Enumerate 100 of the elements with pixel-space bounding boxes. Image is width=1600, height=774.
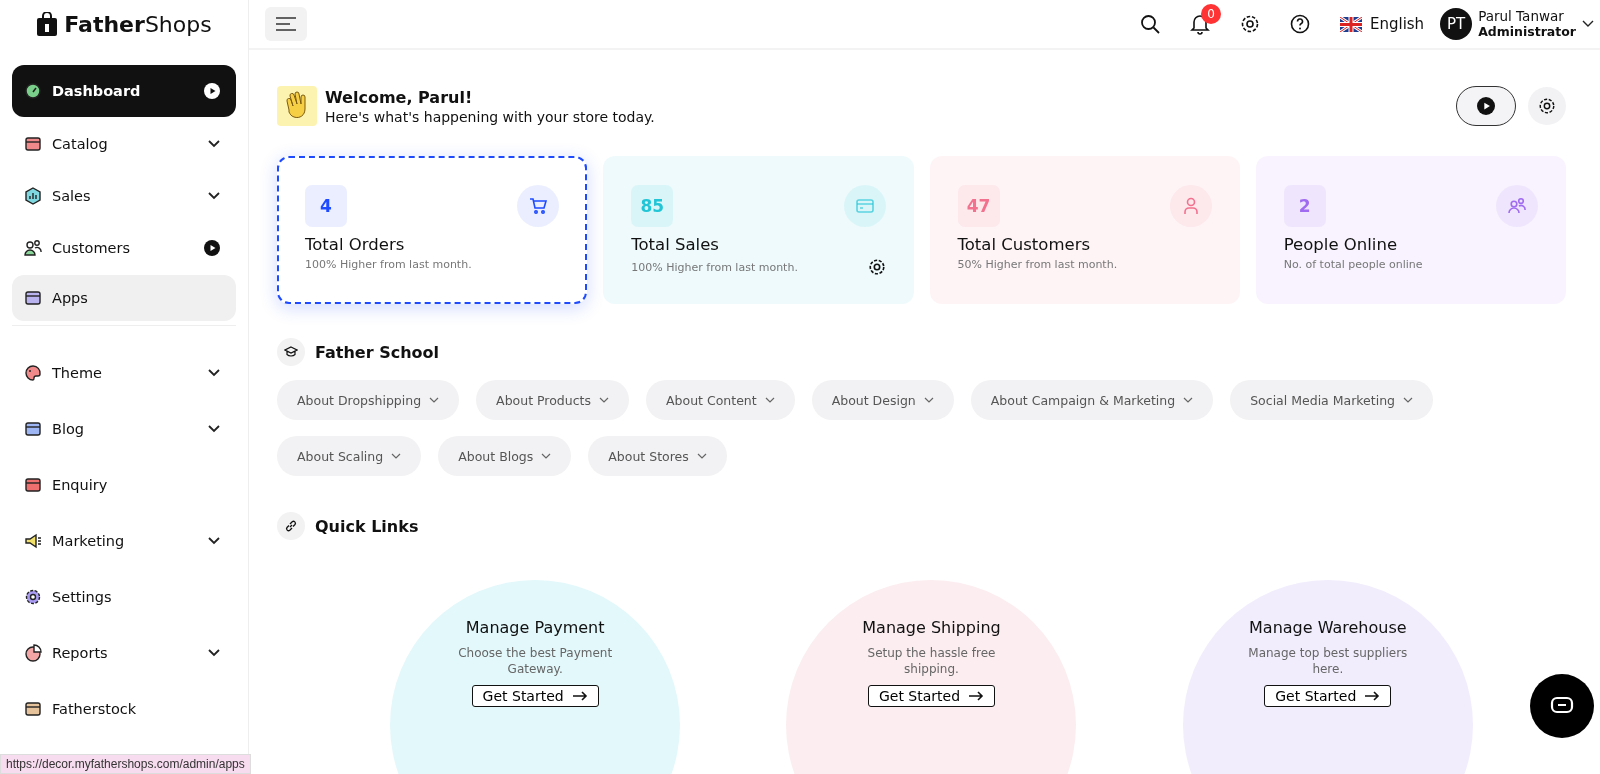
chevron-down-icon bbox=[696, 453, 707, 459]
cart-icon bbox=[517, 185, 560, 227]
topic-dropdown[interactable]: About Blogs bbox=[438, 436, 572, 476]
sidebar-item[interactable]: Theme bbox=[12, 348, 236, 398]
stat-value: 85 bbox=[631, 185, 674, 227]
gauge-icon bbox=[24, 82, 42, 100]
chevron-down-icon bbox=[1403, 397, 1414, 403]
person-icon bbox=[1169, 185, 1212, 227]
sidebar-item[interactable]: Blog bbox=[12, 404, 236, 454]
stat-label: People Online bbox=[1283, 235, 1399, 254]
pie-icon bbox=[24, 644, 42, 662]
stat-card[interactable]: 4 Total Orders 100% Higher from last month. bbox=[277, 156, 588, 304]
arrow-right-icon bbox=[1364, 691, 1381, 702]
chevron-down-icon bbox=[208, 537, 220, 545]
get-started-button[interactable]: Get Started bbox=[867, 685, 996, 708]
sidebar-item[interactable]: Fatherstock bbox=[12, 684, 236, 734]
arrow-right-icon bbox=[968, 691, 985, 702]
topic-dropdown[interactable]: About Content bbox=[646, 380, 795, 420]
quick-link-description: Setup the hassle free shipping. bbox=[866, 645, 997, 678]
settings-button[interactable] bbox=[1528, 87, 1566, 125]
stat-card[interactable]: 85 Total Sales 100% Higher from last month. bbox=[603, 156, 914, 304]
user-role[interactable]: Administrator bbox=[1478, 24, 1576, 39]
chat-icon bbox=[1550, 696, 1574, 716]
palette-icon bbox=[24, 364, 42, 382]
video-button[interactable] bbox=[1456, 86, 1516, 126]
section-title: Father School bbox=[315, 342, 439, 362]
sidebar-item[interactable]: Marketing bbox=[12, 516, 236, 566]
flag-icon bbox=[1339, 16, 1362, 32]
arrow-right-icon bbox=[571, 691, 588, 702]
waving-hand-icon bbox=[277, 86, 317, 126]
welcome-subtitle: Here's what's happening with your store today. bbox=[325, 108, 655, 125]
window-icon bbox=[24, 289, 42, 307]
sidebar-item[interactable]: Apps bbox=[12, 275, 236, 321]
chevron-down-icon bbox=[599, 397, 609, 403]
help-icon[interactable] bbox=[1289, 14, 1310, 34]
people-icon bbox=[1496, 185, 1538, 227]
get-started-button[interactable]: Get Started bbox=[471, 685, 599, 708]
stat-value: 47 bbox=[957, 185, 1000, 227]
quick-link-title: Manage Shipping bbox=[862, 618, 1001, 637]
language-selector[interactable]: English bbox=[1339, 15, 1425, 33]
welcome-title: Welcome, Parul! bbox=[325, 87, 474, 107]
play-icon bbox=[204, 83, 220, 99]
link-icon bbox=[277, 512, 305, 540]
chevron-down-icon bbox=[429, 397, 440, 403]
section-title: Quick Links bbox=[315, 516, 419, 536]
users-icon bbox=[24, 239, 42, 257]
sidebar-item[interactable]: Reports bbox=[12, 628, 236, 678]
chevron-down-icon bbox=[391, 453, 402, 459]
megaphone-icon bbox=[24, 532, 42, 550]
topic-dropdown[interactable]: About Dropshipping bbox=[277, 380, 460, 420]
shopping-bag-logo-icon bbox=[36, 12, 59, 36]
sidebar-item[interactable]: Catalog bbox=[12, 119, 236, 169]
topic-dropdown[interactable]: About Campaign & Marketing bbox=[970, 380, 1214, 420]
chart-icon bbox=[24, 187, 42, 205]
quick-link-title: Manage Warehouse bbox=[1249, 618, 1407, 637]
topic-dropdown[interactable]: About Stores bbox=[588, 436, 727, 476]
notification-badge: 0 bbox=[1200, 4, 1221, 24]
bell-icon[interactable] bbox=[1189, 13, 1210, 35]
topic-dropdown[interactable]: Social Media Marketing bbox=[1230, 380, 1434, 420]
card-icon bbox=[843, 185, 886, 227]
chevron-down-icon[interactable] bbox=[1582, 20, 1594, 28]
search-icon[interactable] bbox=[1139, 14, 1160, 34]
sidebar-item[interactable]: Enquiry bbox=[12, 460, 236, 510]
stat-note: 100% Higher from last month. bbox=[305, 258, 472, 271]
stat-note: 50% Higher from last month. bbox=[957, 258, 1118, 271]
stat-card[interactable]: 2 People Online No. of total people online bbox=[1255, 156, 1566, 304]
brand-name[interactable]: FatherShops bbox=[64, 11, 212, 37]
stat-label: Total Orders bbox=[305, 235, 406, 254]
sidebar-item[interactable]: Customers bbox=[12, 223, 236, 273]
get-started-button[interactable]: Get Started bbox=[1264, 685, 1392, 708]
user-name: Parul Tanwar bbox=[1478, 9, 1565, 25]
chevron-down-icon bbox=[208, 140, 220, 148]
chevron-down-icon bbox=[208, 425, 220, 433]
graduation-cap-icon bbox=[277, 338, 305, 366]
chevron-down-icon bbox=[208, 369, 220, 377]
chevron-down-icon bbox=[923, 397, 934, 403]
quick-link-title: Manage Payment bbox=[465, 618, 605, 637]
chevron-down-icon bbox=[208, 192, 220, 200]
topic-dropdown[interactable]: About Design bbox=[811, 380, 954, 420]
menu-button[interactable] bbox=[265, 7, 307, 41]
quick-link-description: Choose the best Payment Gateway. bbox=[457, 645, 614, 678]
stat-value: 4 bbox=[305, 185, 347, 227]
sidebar-item[interactable]: Settings bbox=[12, 572, 236, 622]
stat-label: Total Customers bbox=[957, 235, 1092, 254]
sidebar-item[interactable]: Sales bbox=[12, 171, 236, 221]
user-avatar[interactable]: PT bbox=[1440, 8, 1473, 40]
topic-dropdown[interactable]: About Products bbox=[476, 380, 629, 420]
stat-label: Total Sales bbox=[631, 235, 720, 254]
settings-icon[interactable] bbox=[867, 258, 886, 276]
sidebar-item[interactable]: Dashboard bbox=[12, 65, 236, 117]
chevron-down-icon bbox=[764, 397, 775, 403]
stat-note: 100% Higher from last month. bbox=[631, 260, 798, 274]
gear-icon bbox=[24, 588, 42, 606]
chevron-down-icon bbox=[1183, 397, 1194, 403]
status-bar-url: https://decor.myfathershops.com/admin/apps bbox=[0, 754, 251, 774]
quick-link-description: Manage top best suppliers here. bbox=[1247, 645, 1409, 678]
menu-icon bbox=[275, 17, 297, 31]
settings-icon[interactable] bbox=[1239, 14, 1260, 34]
stat-card[interactable]: 47 Total Customers 50% Higher from last month. bbox=[929, 156, 1240, 304]
topic-dropdown[interactable]: About Scaling bbox=[277, 436, 422, 476]
